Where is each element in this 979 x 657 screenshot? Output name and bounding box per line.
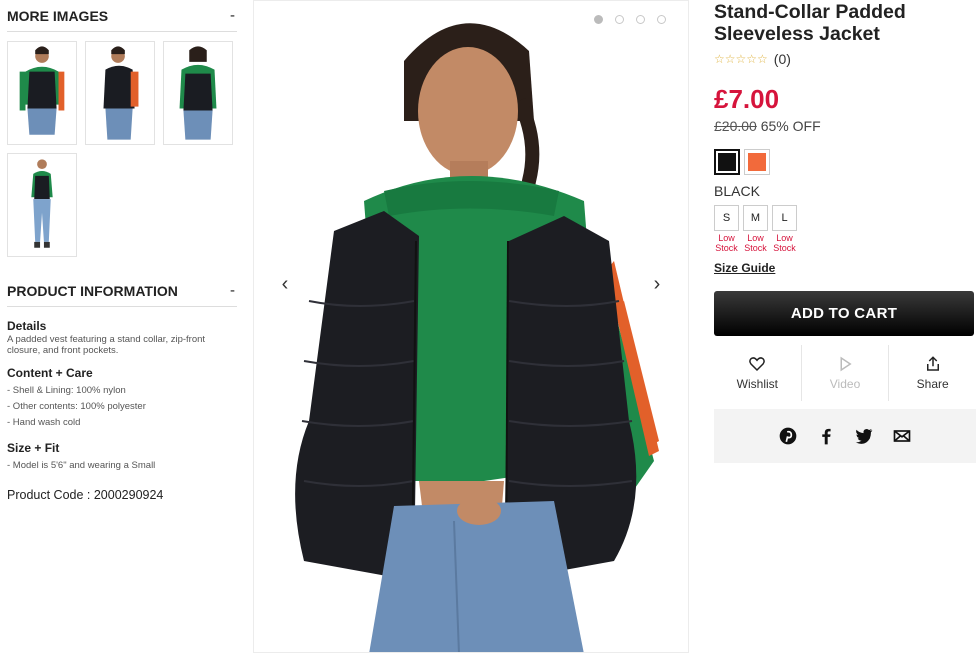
video-button[interactable]: Video (800, 345, 889, 401)
add-to-cart-button[interactable]: ADD TO CART (714, 291, 974, 336)
social-share-bar (714, 409, 976, 463)
star-rating-icon: ☆☆☆☆☆ (714, 52, 768, 66)
carousel-dot[interactable] (636, 15, 645, 24)
carousel-dot[interactable] (615, 15, 624, 24)
thumbnail-image (8, 154, 76, 256)
content-care-title: Content + Care (7, 366, 93, 380)
stock-status: Low Stock (744, 233, 767, 253)
current-price: £7.00 (714, 84, 780, 114)
original-price: £20.00 (714, 118, 757, 134)
color-swatch-black[interactable] (714, 149, 740, 175)
size-fit-line: - Model is 5'6" and wearing a Small (7, 460, 156, 471)
size-option[interactable]: S Low Stock (714, 205, 739, 253)
details-section: Details A padded vest featuring a stand … (7, 319, 237, 502)
size-option[interactable]: L Low Stock (772, 205, 797, 253)
color-swatches (714, 149, 976, 175)
review-count[interactable]: (0) (774, 51, 791, 67)
wishlist-button[interactable]: Wishlist (714, 345, 801, 401)
thumbnail-3[interactable] (163, 41, 233, 145)
stock-status: Low Stock (773, 233, 796, 253)
product-title: Stand-Collar Padded Sleeveless Jacket (714, 1, 906, 45)
pinterest-icon[interactable] (778, 426, 798, 446)
details-title: Details (7, 319, 47, 333)
product-information-title: PRODUCT INFORMATION (7, 282, 178, 299)
product-details-panel: Stand-Collar Padded Sleeveless Jacket ☆☆… (714, 0, 976, 463)
thumbnail-image (8, 42, 76, 144)
color-swatch-orange[interactable] (744, 149, 770, 175)
video-label: Video (829, 377, 861, 391)
size-guide-link[interactable]: Size Guide (714, 261, 775, 275)
more-images-title: MORE IMAGES (7, 7, 109, 24)
share-button[interactable]: Share (888, 345, 976, 401)
thumbnail-list (7, 32, 241, 257)
discount-label: 65% OFF (760, 118, 821, 134)
content-line: - Shell & Lining: 100% nylon (7, 385, 126, 396)
swatch-fill (718, 153, 736, 171)
size-selector: S Low Stock M Low Stock L Low Stock (714, 205, 976, 253)
action-bar: Wishlist Video Share (714, 345, 976, 401)
swatch-fill (748, 153, 766, 171)
collapse-toggle[interactable]: - (230, 7, 235, 24)
size-option[interactable]: M Low Stock (743, 205, 768, 253)
thumbnail-1[interactable] (7, 41, 77, 145)
thumbnail-4[interactable] (7, 153, 77, 257)
chevron-right-icon[interactable]: › (642, 269, 672, 299)
facebook-icon[interactable] (816, 426, 836, 446)
size-fit-title: Size + Fit (7, 441, 60, 455)
heart-icon (749, 357, 766, 372)
size-button-l[interactable]: L (772, 205, 797, 231)
content-line: - Other contents: 100% polyester (7, 401, 146, 412)
thumbnail-image (86, 42, 154, 144)
rating[interactable]: ☆☆☆☆☆ (0) (714, 51, 976, 67)
email-icon[interactable] (892, 426, 912, 446)
details-text: A padded vest featuring a stand collar, … (7, 334, 206, 356)
product-information-header[interactable]: PRODUCT INFORMATION - (7, 275, 237, 307)
thumbnail-image (164, 42, 232, 144)
thumbnail-2[interactable] (85, 41, 155, 145)
stock-status: Low Stock (715, 233, 738, 253)
wishlist-label: Wishlist (736, 377, 778, 391)
collapse-toggle[interactable]: - (230, 282, 235, 299)
chevron-left-icon[interactable]: ‹ (270, 269, 300, 299)
product-information: PRODUCT INFORMATION - Details A padded v… (7, 275, 237, 502)
play-icon (840, 356, 852, 372)
share-label: Share (916, 377, 949, 391)
more-images-header[interactable]: MORE IMAGES - (7, 0, 237, 32)
product-code: Product Code : 2000290924 (7, 488, 164, 502)
content-line: - Hand wash cold (7, 417, 81, 428)
size-button-s[interactable]: S (714, 205, 739, 231)
left-panel: MORE IMAGES - PRODUCT INFORMATION - Deta… (7, 0, 237, 502)
product-photo (254, 1, 688, 652)
was-price-row: £20.00 65% OFF (714, 118, 976, 134)
carousel-dot[interactable] (594, 15, 603, 24)
size-button-m[interactable]: M (743, 205, 768, 231)
carousel-dots (594, 15, 666, 24)
main-product-image[interactable]: ‹ › (253, 0, 689, 653)
twitter-icon[interactable] (854, 426, 874, 446)
carousel-dot[interactable] (657, 15, 666, 24)
share-icon (926, 356, 939, 371)
selected-color-label: BLACK (714, 183, 760, 199)
